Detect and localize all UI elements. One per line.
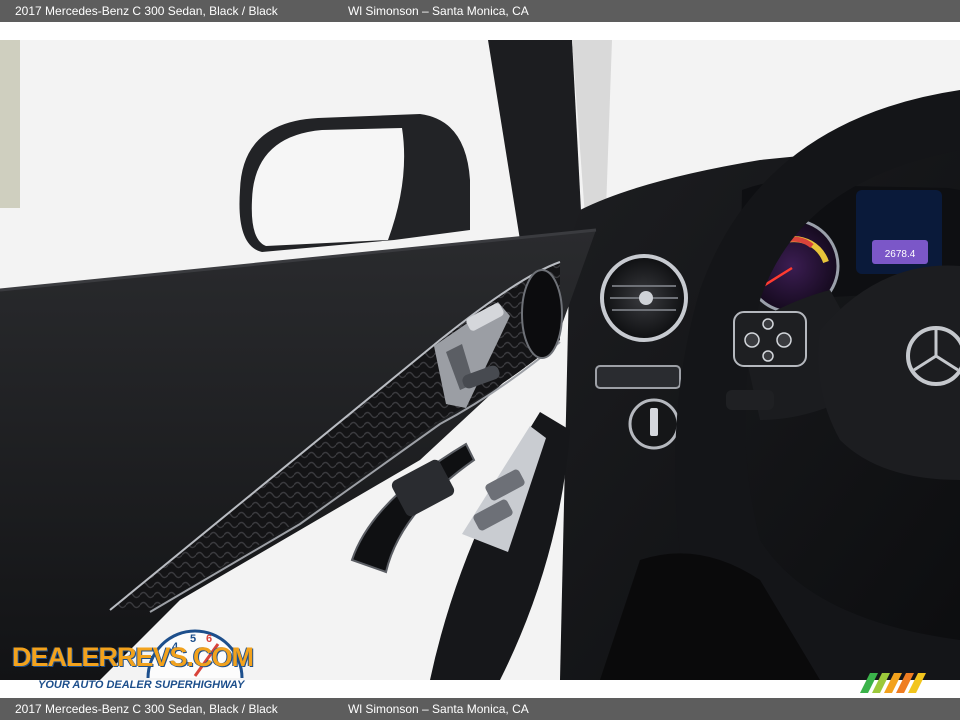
caption-dealer: Wl Simonson – Santa Monica, CA — [348, 702, 529, 716]
caption-bar-top: 2017 Mercedes-Benz C 300 Sedan, Black / … — [0, 0, 960, 22]
odometer-readout: 2678.4 — [885, 249, 916, 260]
caption-bar-bottom: 2017 Mercedes-Benz C 300 Sedan, Black / … — [0, 698, 960, 720]
interior-illustration: 2678.4 — [0, 40, 960, 680]
caption-title: 2017 Mercedes-Benz C 300 Sedan, Black / … — [15, 4, 278, 18]
dash-vent-strip — [595, 365, 681, 389]
watermark-brand: DEALERREVS.COM — [12, 642, 254, 672]
wheel-button-home[interactable] — [762, 318, 774, 330]
exterior-edge — [0, 40, 20, 208]
watermark-tagline: YOUR AUTO DEALER SUPERHIGHWAY — [38, 679, 245, 691]
car-interior-photo: 2678.4 — [0, 40, 960, 680]
door-speaker — [521, 269, 563, 359]
dealer-watermark: 4 5 6 DEALERREVS.COM YOUR AUTO DEALER SU… — [12, 624, 272, 694]
headlight-switch-knob — [650, 408, 658, 436]
caption-title: 2017 Mercedes-Benz C 300 Sedan, Black / … — [15, 702, 278, 716]
wheel-button-phone[interactable] — [776, 332, 792, 348]
photo-frame: 2017 Mercedes-Benz C 300 Sedan, Black / … — [0, 0, 960, 720]
column-stalk[interactable] — [726, 390, 774, 410]
speed-stripes-logo-icon — [860, 673, 926, 693]
air-vent-knob[interactable] — [639, 291, 653, 305]
wheel-button-back[interactable] — [762, 350, 774, 362]
wheel-button-ok[interactable] — [744, 332, 760, 348]
caption-dealer: Wl Simonson – Santa Monica, CA — [348, 4, 529, 18]
